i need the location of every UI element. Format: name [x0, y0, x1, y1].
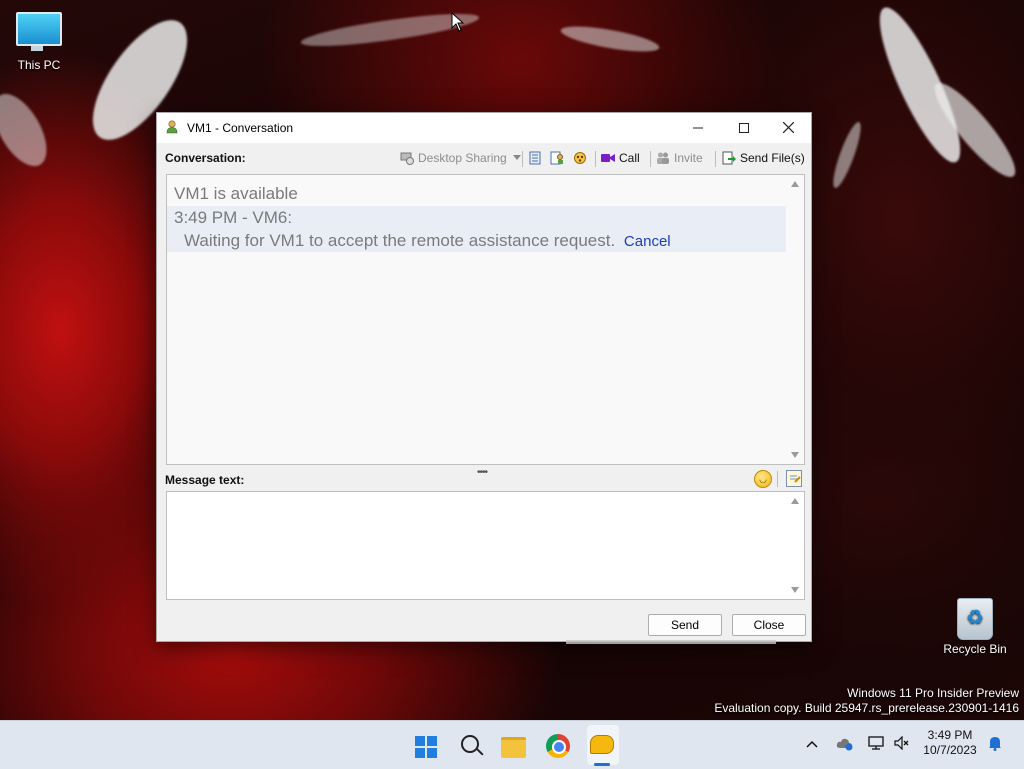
message-header: 3:49 PM - VM6:	[174, 208, 293, 227]
watermark-build: Evaluation copy. Build 25947.rs_prerelea…	[714, 701, 1019, 715]
onedrive-tray-button[interactable]	[836, 737, 854, 754]
desktop-sharing-icon	[400, 152, 414, 165]
whiteboard-button[interactable]	[528, 149, 546, 167]
scroll-up-arrow-icon[interactable]	[791, 181, 799, 187]
message-block: 3:49 PM - VM6: Waiting for VM1 to accept…	[167, 206, 786, 252]
recycle-bin-icon	[957, 598, 993, 640]
call-button[interactable]: Call	[601, 149, 640, 167]
games-icon	[574, 152, 586, 164]
conversation-history[interactable]: VM1 is available 3:49 PM - VM6: Waiting …	[166, 174, 805, 465]
notifications-button[interactable]	[988, 735, 1002, 754]
recycle-bin-desktop-icon[interactable]: Recycle Bin	[936, 598, 1014, 656]
wallpaper-streak	[828, 119, 866, 191]
scroll-up-arrow-icon[interactable]	[791, 498, 799, 504]
volume-tray-button[interactable]	[894, 735, 910, 753]
network-monitor-icon	[868, 736, 884, 750]
taskbar: 3:49 PM 10/7/2023	[0, 720, 1024, 769]
desktop-sharing-button[interactable]: Desktop Sharing	[400, 149, 522, 167]
chevron-up-icon	[806, 740, 818, 748]
cloud-info-icon	[836, 738, 853, 751]
emoticon-button[interactable]: ◡	[754, 470, 772, 488]
notebook-icon	[529, 151, 541, 165]
message-text-input[interactable]	[167, 492, 785, 599]
invite-people-icon	[657, 152, 669, 164]
maximize-button[interactable]	[721, 113, 767, 143]
send-files-label: Send File(s)	[740, 151, 805, 165]
chrome-button[interactable]	[541, 729, 573, 761]
wallpaper-streak	[559, 21, 661, 57]
this-pc-label: This PC	[17, 58, 61, 72]
search-button[interactable]	[453, 729, 485, 761]
show-hidden-icons-button[interactable]	[806, 735, 818, 751]
availability-status: VM1 is available	[174, 184, 298, 203]
active-app-indicator	[594, 763, 610, 766]
remote-assistance-icon	[550, 151, 563, 165]
conversation-label: Conversation:	[165, 151, 246, 165]
toolbar-separator	[715, 151, 716, 167]
close-window-button[interactable]	[765, 113, 811, 143]
send-button[interactable]: Send	[648, 614, 722, 636]
file-explorer-button[interactable]	[497, 729, 529, 761]
wallpaper-streak	[865, 0, 975, 171]
scroll-down-arrow-icon[interactable]	[791, 587, 799, 593]
minimize-button[interactable]	[675, 113, 721, 143]
mouse-cursor-icon	[451, 12, 465, 32]
minimize-icon	[693, 127, 703, 129]
invite-label: Invite	[674, 151, 703, 165]
clock-time: 3:49 PM	[927, 728, 973, 742]
message-text: Waiting for VM1 to accept the remote ass…	[184, 231, 616, 250]
bell-icon	[989, 737, 1001, 751]
chat-bubble-icon	[590, 735, 614, 754]
send-files-button[interactable]: Send File(s)	[722, 149, 805, 167]
background-window-edge	[566, 640, 776, 644]
toolbar-separator	[595, 151, 596, 167]
message-scrollbar[interactable]	[787, 492, 804, 599]
messenger-button[interactable]	[585, 729, 617, 761]
pane-splitter-grip-icon[interactable]: ••••	[477, 467, 488, 478]
close-button[interactable]: Close	[732, 614, 806, 636]
note-icon	[790, 475, 801, 483]
scroll-down-arrow-icon[interactable]	[791, 452, 799, 458]
this-pc-desktop-icon[interactable]: This PC	[0, 2, 78, 72]
computer-icon	[16, 12, 62, 51]
remote-assistance-button[interactable]	[550, 149, 568, 167]
maximize-icon	[739, 123, 749, 133]
window-title: VM1 - Conversation	[187, 121, 294, 135]
call-label: Call	[619, 151, 640, 165]
chevron-down-icon	[513, 155, 522, 160]
desktop-sharing-label: Desktop Sharing	[418, 151, 507, 165]
message-input-area	[166, 491, 805, 600]
network-tray-button[interactable]	[868, 736, 884, 753]
video-camera-icon	[601, 154, 615, 162]
conversation-scrollbar[interactable]	[787, 175, 804, 464]
handwriting-note-button[interactable]	[786, 470, 802, 487]
wallpaper-streak	[0, 85, 58, 175]
system-clock[interactable]: 3:49 PM 10/7/2023	[915, 728, 985, 758]
title-bar[interactable]: VM1 - Conversation	[157, 113, 811, 143]
folder-icon	[501, 737, 526, 758]
toolbar-separator	[650, 151, 651, 167]
conversation-toolbar: Conversation: Desktop Sharing Call Invit…	[157, 146, 811, 170]
windows-logo-icon	[415, 736, 437, 758]
clock-date: 10/7/2023	[923, 743, 977, 757]
close-icon	[782, 121, 794, 134]
send-file-icon	[722, 151, 736, 165]
message-text-label: Message text:	[165, 473, 245, 487]
toolbar-separator	[777, 471, 778, 487]
games-button[interactable]	[573, 149, 591, 167]
smiley-icon: ◡	[759, 474, 767, 484]
toolbar-separator	[522, 151, 523, 167]
search-icon	[461, 735, 479, 753]
cancel-request-link[interactable]: Cancel	[624, 233, 671, 250]
contact-person-icon	[166, 120, 178, 134]
watermark-edition: Windows 11 Pro Insider Preview	[847, 686, 1019, 700]
start-button[interactable]	[408, 729, 440, 761]
chrome-icon	[546, 734, 570, 758]
recycle-bin-label: Recycle Bin	[943, 642, 1007, 656]
windows-watermark: Windows 11 Pro Insider Preview Evaluatio…	[714, 686, 1019, 716]
invite-button[interactable]: Invite	[656, 149, 703, 167]
message-body: Waiting for VM1 to accept the remote ass…	[184, 231, 671, 251]
speaker-muted-icon	[894, 735, 909, 751]
conversation-window: VM1 - Conversation Conversation: Desktop…	[156, 112, 812, 642]
